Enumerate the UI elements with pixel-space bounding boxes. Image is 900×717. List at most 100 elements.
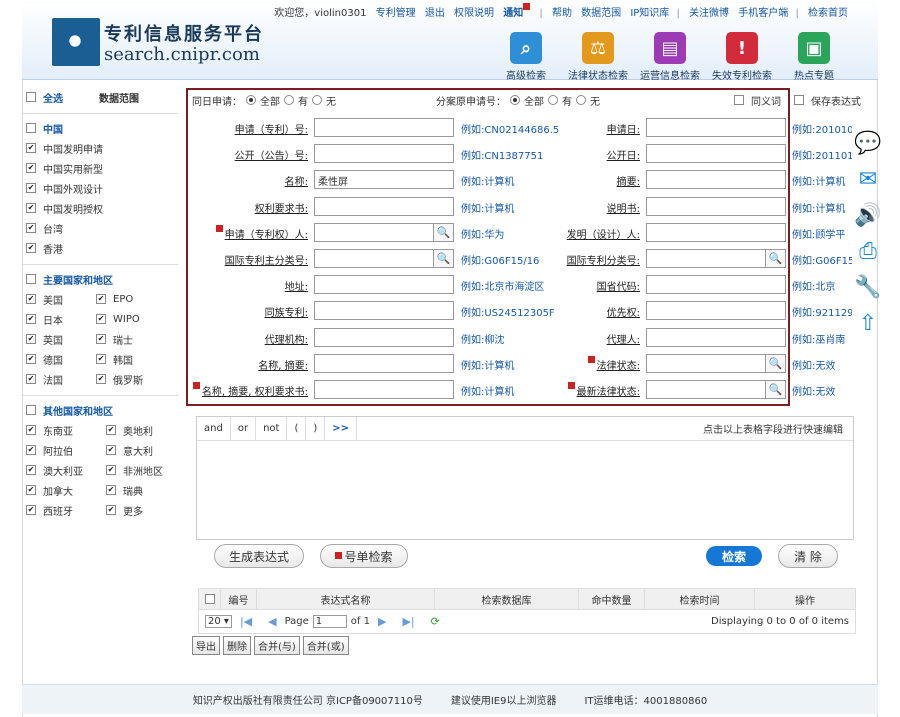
checkbox[interactable]: ✔ [106, 465, 116, 475]
checkbox[interactable]: ✔ [106, 505, 116, 515]
top-arrow-icon[interactable]: ⇧ [852, 308, 884, 338]
last-page-icon[interactable]: ▶| [402, 615, 414, 628]
checkbox[interactable]: ✔ [106, 425, 116, 435]
checkbox[interactable]: ✔ [26, 505, 36, 515]
field-input[interactable] [646, 353, 766, 373]
next-page-icon[interactable]: ▶ [378, 615, 386, 628]
page-input[interactable]: 1 [312, 615, 347, 628]
field-input[interactable] [314, 196, 454, 216]
field-label[interactable]: 申请日: [540, 121, 640, 136]
field-label[interactable]: 权利要求书: [190, 200, 308, 215]
op-rparen[interactable]: ) [306, 416, 326, 441]
field-label[interactable]: 代理机构: [190, 331, 308, 346]
checkbox[interactable]: ✔ [106, 485, 116, 495]
field-input[interactable]: 柔性屏 [314, 170, 454, 190]
field-label[interactable]: 申请（专利权）人: [190, 224, 308, 241]
field-input[interactable] [314, 222, 434, 242]
group-header[interactable]: 其他国家和地区 [26, 400, 178, 420]
clear-button[interactable]: 清 除 [778, 544, 838, 568]
search-icon[interactable]: 🔍 [766, 249, 786, 268]
checkbox-item[interactable]: ✔ 更多 [106, 503, 176, 518]
field-input[interactable] [314, 353, 454, 373]
field-label[interactable]: 同族专利: [190, 304, 308, 319]
checkbox-item[interactable]: ✔ EPO [96, 294, 166, 305]
field-input[interactable] [646, 118, 786, 137]
link-notice[interactable]: 通知 [503, 3, 532, 19]
header-checkbox[interactable] [199, 588, 221, 610]
field-label[interactable]: 国省代码: [540, 278, 640, 293]
expression-textarea[interactable] [197, 441, 853, 539]
tool-hot-topics[interactable]: ▣ 热点专题 [778, 32, 850, 82]
field-label[interactable]: 代理人: [540, 331, 640, 346]
print-icon[interactable]: ⎙ [852, 236, 884, 266]
generate-expression-button[interactable]: 生成表达式 [214, 544, 304, 568]
field-input[interactable] [646, 222, 786, 242]
export-button[interactable]: 导出 [192, 636, 220, 655]
delete-button[interactable]: 删除 [223, 636, 251, 655]
mail-icon[interactable]: ✉ [852, 164, 884, 194]
checkbox[interactable]: ✔ [26, 314, 36, 324]
checkbox-item[interactable]: ✔ 日本 [26, 312, 96, 327]
merge-or-button[interactable]: 合并(或) [302, 636, 349, 655]
checkbox-item[interactable]: ✔ 加拿大 [26, 483, 106, 498]
merge-and-button[interactable]: 合并(与) [254, 636, 300, 655]
field-label[interactable]: 优先权: [540, 304, 640, 319]
field-input[interactable] [314, 301, 454, 321]
search-icon[interactable]: 🔍 [434, 222, 454, 242]
checkbox[interactable]: ✔ [26, 223, 36, 233]
field-input[interactable] [646, 249, 766, 268]
list-item[interactable]: ✔ 台湾 [26, 218, 178, 238]
checkbox[interactable]: ✔ [96, 314, 106, 324]
list-item[interactable]: ✔ 中国外观设计 [26, 178, 178, 198]
link-weibo[interactable]: 关注微博 [689, 8, 729, 19]
op-lparen[interactable]: ( [287, 416, 307, 441]
checkbox[interactable]: ✔ [106, 445, 116, 455]
checkbox[interactable] [26, 92, 36, 102]
link-ip-kb[interactable]: IP知识库 [630, 8, 669, 19]
checkbox-item[interactable]: ✔ 奥地利 [106, 423, 176, 438]
refresh-icon[interactable]: ⟳ [431, 615, 440, 628]
checkbox-item[interactable]: ✔ WIPO [96, 314, 166, 325]
list-item[interactable]: ✔ 中国发明授权 [26, 198, 178, 218]
checkbox-item[interactable]: ✔ 东南亚 [26, 423, 106, 438]
link-mobile[interactable]: 手机客户端 [738, 8, 788, 19]
op-and[interactable]: and [197, 416, 231, 441]
field-input[interactable] [646, 380, 766, 399]
field-label[interactable]: 国际专利主分类号: [190, 252, 308, 267]
field-input[interactable] [314, 380, 454, 399]
checkbox[interactable] [26, 405, 36, 415]
first-page-icon[interactable]: |◀ [240, 615, 252, 628]
list-item[interactable]: ✔ 中国发明申请 [26, 138, 178, 158]
field-label[interactable]: 国际专利分类号: [540, 252, 640, 267]
checkbox[interactable] [204, 594, 215, 604]
checkbox[interactable]: ✔ [96, 294, 106, 304]
checkbox[interactable] [26, 274, 36, 284]
checkbox[interactable]: ✔ [26, 465, 36, 475]
link-help[interactable]: 帮助 [552, 8, 572, 19]
checkbox[interactable]: ✔ [26, 374, 36, 384]
field-label[interactable]: 地址: [190, 278, 308, 293]
field-input[interactable] [646, 301, 786, 321]
single-number-search-button[interactable]: 号单检索 [320, 544, 408, 568]
checkbox[interactable]: ✔ [26, 294, 36, 304]
checkbox[interactable]: ✔ [26, 203, 36, 213]
link-permission[interactable]: 权限说明 [454, 8, 494, 19]
search-button[interactable]: 检索 [706, 546, 762, 566]
search-icon[interactable]: 🔍 [766, 380, 786, 399]
link-search-home[interactable]: 检索首页 [808, 8, 848, 19]
logo[interactable]: 专利信息服务平台 search.cnipr.com [52, 18, 262, 68]
field-label[interactable]: 名称, 摘要, 权利要求书: [190, 382, 308, 398]
checkbox-item[interactable]: ✔ 韩国 [96, 352, 166, 367]
chat-icon[interactable]: 💬 [852, 128, 884, 158]
page-size-select[interactable]: 20 ▾ [205, 615, 232, 628]
field-label[interactable]: 发明（设计）人: [540, 226, 640, 241]
checkbox[interactable]: ✔ [26, 354, 36, 364]
checkbox[interactable]: ✔ [26, 163, 36, 173]
checkbox-item[interactable]: ✔ 瑞士 [96, 332, 166, 347]
field-label[interactable]: 名称: [190, 173, 308, 188]
field-input[interactable] [314, 144, 454, 164]
save-expr-toggle[interactable]: 保存表达式 [794, 90, 861, 110]
search-icon[interactable]: 🔍 [434, 249, 454, 268]
prev-page-icon[interactable]: ◀ [268, 615, 276, 628]
field-input[interactable] [314, 118, 454, 137]
